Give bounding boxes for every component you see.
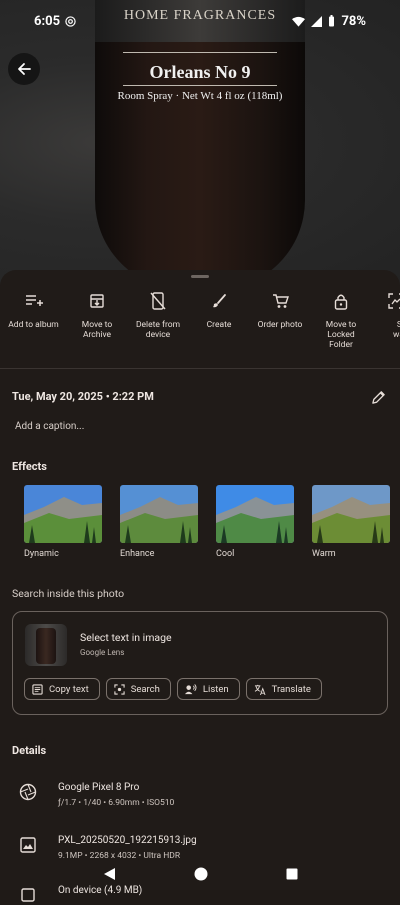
wallpaper-icon [388,293,400,309]
wifi-icon [292,16,306,27]
archive-icon [90,294,104,308]
status-time: 6:05 [34,13,61,29]
effect-thumbnail [24,485,102,543]
nav-home-icon[interactable] [194,867,208,881]
effect-warm[interactable]: Warm [312,485,390,559]
action-order-photo[interactable]: Order photo [249,290,311,350]
effect-enhance[interactable]: Enhance [120,485,198,559]
effect-cool[interactable]: Cool [216,485,294,559]
at-icon [65,15,76,27]
action-create[interactable]: Create [189,290,249,350]
action-row: Add to album Move to Archive Delete from… [0,290,400,350]
brush-icon [213,294,226,308]
action-add-to-album[interactable]: Add to album [0,290,67,350]
delete-device-icon [150,292,166,310]
action-delete-from-device[interactable]: Delete from device [127,290,189,350]
edit-date-button[interactable] [371,390,386,409]
nav-back-icon[interactable] [103,867,116,881]
camera-specs: ƒ/1.7 • 1/40 • 6.90mm • ISO510 [58,798,175,808]
effect-dynamic[interactable]: Dynamic [24,485,102,559]
effect-thumbnail [120,485,198,543]
caption-input[interactable]: Add a caption... [15,421,84,432]
translate-icon [254,684,266,695]
action-set-wallpaper[interactable]: Set wallp [371,290,400,350]
pencil-icon [372,391,385,404]
copy-text-chip[interactable]: Copy text [24,678,100,700]
photo-view[interactable]: HOME FRAGRANCES Orleans No 9 Room Spray … [0,0,400,285]
search-section-title: Search inside this photo [12,587,125,600]
aperture-icon [18,782,38,802]
details-title: Details [12,744,47,757]
effects-row: Dynamic Enhance Cool Warm [24,485,390,559]
translate-chip[interactable]: Translate [245,678,322,700]
lock-icon [334,294,348,310]
photo-product-sub: Room Spray · Net Wt 4 fl oz (118ml) [117,90,283,102]
lens-chips: Copy text Search Listen Translate [24,678,322,700]
effects-title: Effects [12,460,47,473]
add-to-album-icon [25,295,43,306]
photo-date[interactable]: Tue, May 20, 2025 • 2:22 PM [12,390,154,403]
lens-title[interactable]: Select text in image [80,631,172,644]
back-button[interactable] [8,53,40,85]
effect-thumbnail [216,485,294,543]
listen-chip[interactable]: Listen [176,678,240,700]
image-file-icon [18,835,38,855]
info-sheet: Add to album Move to Archive Delete from… [0,270,400,902]
bottle-image: HOME FRAGRANCES Orleans No 9 Room Spray … [95,0,305,285]
search-chip[interactable]: Search [105,678,171,700]
cart-icon [272,294,289,308]
file-name: PXL_20250520_192215913.jpg [58,835,197,846]
action-divider [0,368,400,369]
status-bar: 6:05 78% [0,0,400,42]
effect-thumbnail [312,485,390,543]
lens-subtitle: Google Lens [80,648,125,657]
photo-product-name: Orleans No 9 [149,62,251,82]
signal-icon [311,15,323,27]
lens-card: Select text in image Google Lens Copy te… [12,611,388,715]
arrow-back-icon [18,63,31,75]
battery-icon [329,15,335,27]
lens-search-icon [114,683,125,695]
listen-icon [184,683,197,694]
nav-recents-icon[interactable] [286,868,298,880]
action-move-to-locked-folder[interactable]: Move to Locked Folder [311,290,371,350]
battery-percent: 78% [341,13,366,29]
detail-camera[interactable]: Google Pixel 8 Pro ƒ/1.7 • 1/40 • 6.90mm… [18,782,174,808]
lens-thumbnail[interactable] [25,624,67,666]
camera-name: Google Pixel 8 Pro [58,782,140,793]
action-move-to-archive[interactable]: Move to Archive [67,290,127,350]
drag-handle[interactable] [191,275,209,278]
navigation-bar [0,858,400,890]
copy-text-icon [32,683,43,695]
